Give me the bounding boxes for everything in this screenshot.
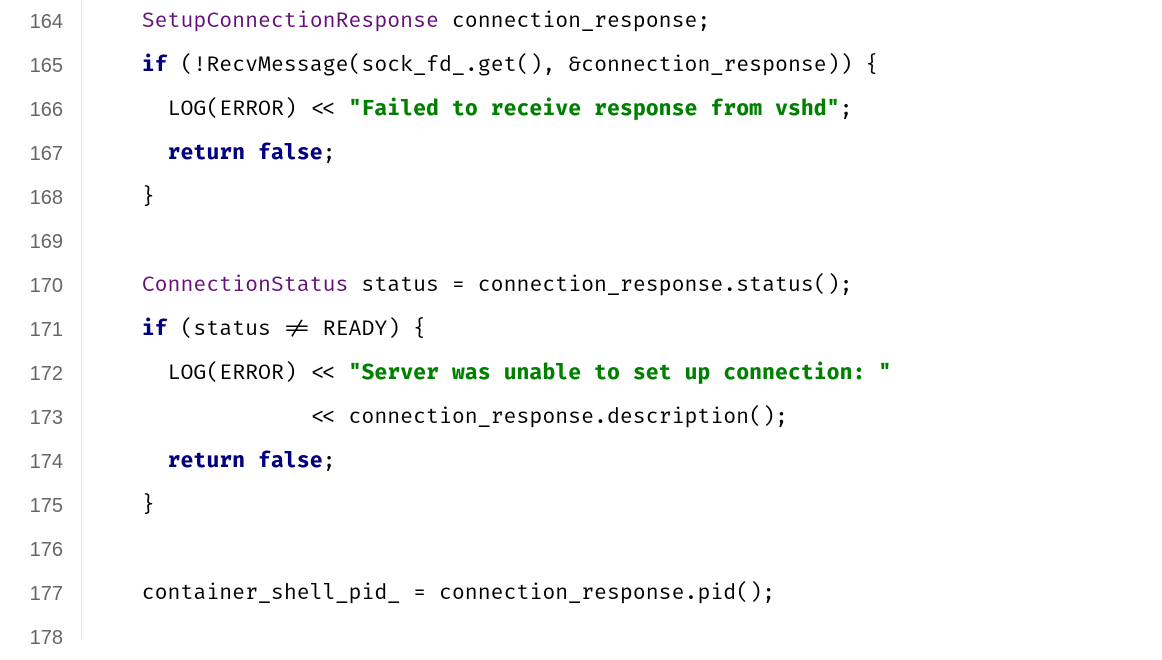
- code-token: ();: [749, 405, 788, 430]
- code-token: connection_response: [452, 9, 698, 34]
- code-token: connection_response: [478, 273, 724, 298]
- code-token: return: [168, 141, 246, 166]
- code-line: }: [90, 176, 1162, 220]
- code-token: [245, 449, 258, 474]
- code-token: READY: [323, 317, 388, 342]
- code-line: LOG(ERROR) << "Server was unable to set …: [90, 352, 1162, 396]
- code-area[interactable]: SetupConnectionResponse connection_respo…: [82, 0, 1162, 640]
- code-token: false: [258, 449, 323, 474]
- code-token: "Failed to receive response from vshd": [349, 97, 840, 122]
- code-token: return: [168, 449, 246, 474]
- code-line: container_shell_pid_ = connection_respon…: [90, 572, 1162, 616]
- line-number: 175: [12, 484, 63, 528]
- code-token: description: [607, 405, 749, 430]
- line-number-gutter: 1641651661671681691701711721731741751761…: [0, 0, 82, 640]
- code-token: sock_fd_: [361, 53, 464, 78]
- code-token: get: [478, 53, 517, 78]
- line-number: 177: [12, 572, 63, 616]
- line-number: 166: [12, 88, 63, 132]
- code-token: LOG: [168, 361, 207, 386]
- code-token: ;: [323, 449, 336, 474]
- code-token: connection_response: [439, 581, 685, 606]
- code-token: ) <<: [284, 97, 349, 122]
- code-token: [245, 141, 258, 166]
- line-number: 171: [12, 308, 63, 352]
- code-line: }: [90, 484, 1162, 528]
- line-number: 176: [12, 528, 63, 572]
- code-line: return false;: [90, 440, 1162, 484]
- code-token: LOG: [168, 97, 207, 122]
- code-token: ();: [736, 581, 775, 606]
- code-line: << connection_response.description();: [90, 396, 1162, 440]
- code-token: =: [439, 273, 478, 298]
- code-token: ) <<: [284, 361, 349, 386]
- code-token: container_shell_pid_: [142, 581, 400, 606]
- code-token: connection_response: [348, 405, 594, 430]
- code-token: (), &: [517, 53, 582, 78]
- line-number: 167: [12, 132, 63, 176]
- code-token: .: [685, 581, 698, 606]
- code-token: status: [736, 273, 814, 298]
- code-token: if: [142, 317, 168, 342]
- line-number: 174: [12, 440, 63, 484]
- code-token: if: [142, 53, 168, 78]
- code-token: !=: [271, 317, 323, 342]
- code-token: ERROR: [219, 361, 284, 386]
- code-token: pid: [697, 581, 736, 606]
- code-token: }: [142, 493, 155, 518]
- code-viewer: 1641651661671681691701711721731741751761…: [0, 0, 1162, 640]
- code-line: if (!RecvMessage(sock_fd_.get(), &connec…: [90, 44, 1162, 88]
- code-token: [348, 273, 361, 298]
- line-number: 164: [12, 0, 63, 44]
- code-token: ;: [697, 9, 710, 34]
- code-token: [439, 9, 452, 34]
- code-token: ;: [323, 141, 336, 166]
- code-token: .: [723, 273, 736, 298]
- code-token: (: [168, 317, 194, 342]
- code-token: false: [258, 141, 323, 166]
- code-token: (!: [168, 53, 207, 78]
- code-line: LOG(ERROR) << "Failed to receive respons…: [90, 88, 1162, 132]
- line-number: 173: [12, 396, 63, 440]
- code-token: .: [594, 405, 607, 430]
- code-token: (: [349, 53, 362, 78]
- line-number: 168: [12, 176, 63, 220]
- code-line: [90, 616, 1162, 660]
- code-token: ERROR: [219, 97, 284, 122]
- code-token: ConnectionStatus: [142, 273, 349, 298]
- code-token: connection_response: [581, 53, 827, 78]
- line-number: 170: [12, 264, 63, 308]
- code-token: }: [142, 185, 155, 210]
- code-token: "Server was unable to set up connection:…: [349, 361, 892, 386]
- line-number: 172: [12, 352, 63, 396]
- code-token: (: [206, 361, 219, 386]
- code-token: ;: [840, 97, 853, 122]
- code-line: [90, 220, 1162, 264]
- code-line: [90, 528, 1162, 572]
- line-number: 169: [12, 220, 63, 264]
- code-token: .: [465, 53, 478, 78]
- code-token: RecvMessage: [206, 53, 348, 78]
- code-token: =: [400, 581, 439, 606]
- line-number: 165: [12, 44, 63, 88]
- code-token: status: [361, 273, 439, 298]
- code-token: ) {: [387, 317, 426, 342]
- code-token: (: [206, 97, 219, 122]
- code-line: SetupConnectionResponse connection_respo…: [90, 0, 1162, 44]
- code-token: )) {: [827, 53, 879, 78]
- code-line: return false;: [90, 132, 1162, 176]
- line-number: 178: [12, 616, 63, 660]
- code-token: ();: [814, 273, 853, 298]
- code-token: SetupConnectionResponse: [142, 9, 439, 34]
- code-line: if (status != READY) {: [90, 308, 1162, 352]
- code-token: <<: [168, 405, 349, 430]
- code-line: ConnectionStatus status = connection_res…: [90, 264, 1162, 308]
- code-token: status: [193, 317, 271, 342]
